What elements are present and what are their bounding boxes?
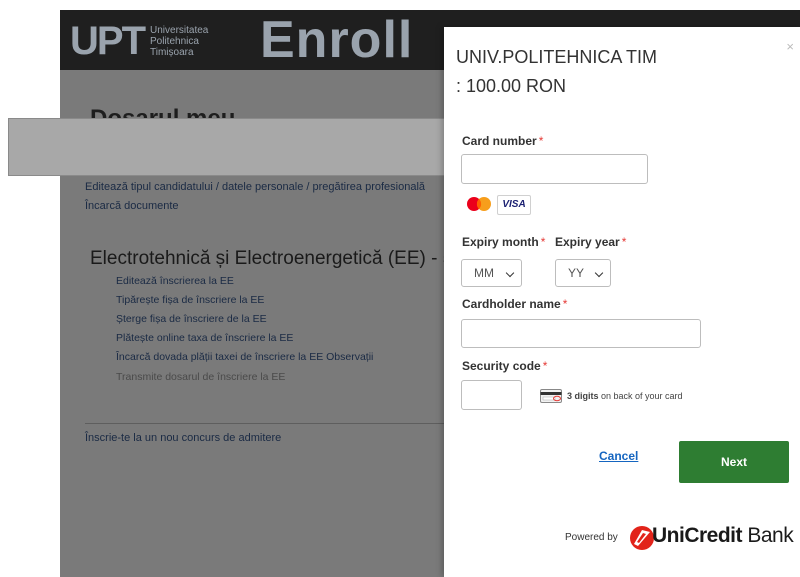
cancel-button[interactable]: Cancel bbox=[599, 449, 638, 463]
chevron-down-icon bbox=[594, 268, 604, 278]
cardholder-input[interactable] bbox=[461, 319, 701, 348]
modal-title: UNIV.POLITEHNICA TIM : 100.00 RON bbox=[456, 47, 658, 96]
powered-by-label: Powered by bbox=[565, 532, 618, 543]
visa-icon: VISA bbox=[497, 195, 531, 215]
upt-logo-text: Universitatea Politehnica Timișoara bbox=[150, 24, 209, 58]
expiry-year-select[interactable]: YY bbox=[555, 259, 611, 287]
print-form-link[interactable]: Tipărește fișa de înscriere la EE bbox=[116, 294, 264, 306]
card-number-label: Card number * bbox=[462, 134, 544, 148]
cvc-hint: 3 digits on back of your card bbox=[567, 391, 683, 401]
edit-enrollment-link[interactable]: Editează înscrierea la EE bbox=[116, 275, 234, 287]
divider bbox=[85, 423, 505, 424]
app-name: Enroll bbox=[260, 11, 414, 69]
card-back-icon bbox=[540, 389, 562, 403]
bank-name: UniCredit Bank bbox=[652, 524, 794, 547]
cardholder-label: Cardholder name * bbox=[462, 297, 568, 311]
upt-logo: UPT Universitatea Politehnica Timișoara bbox=[70, 18, 208, 64]
close-icon[interactable]: × bbox=[786, 39, 794, 54]
upload-documents-link[interactable]: Încarcă documente bbox=[85, 200, 179, 212]
edit-candidate-link[interactable]: Editează tipul candidatului / datele per… bbox=[85, 181, 425, 193]
expiry-month-label: Expiry month * bbox=[462, 235, 546, 249]
security-code-label: Security code * bbox=[462, 359, 548, 373]
delete-form-link[interactable]: Șterge fișa de înscriere de la EE bbox=[116, 313, 267, 325]
payment-modal: UNIV.POLITEHNICA TIM : 100.00 RON × Card… bbox=[444, 27, 800, 577]
expiry-year-label: Expiry year * bbox=[555, 235, 627, 249]
card-number-input[interactable] bbox=[461, 154, 648, 184]
upt-logo-mark: UPT bbox=[70, 19, 146, 63]
redacted-bar bbox=[8, 118, 450, 176]
next-button[interactable]: Next bbox=[679, 441, 789, 483]
chevron-down-icon bbox=[505, 268, 515, 278]
security-code-input[interactable] bbox=[461, 380, 522, 410]
pay-fee-link[interactable]: Plătește online taxa de înscriere la EE bbox=[116, 332, 293, 344]
upload-payment-proof-link[interactable]: Încarcă dovada plății taxei de înscriere… bbox=[116, 351, 373, 363]
program-title: Electrotehnică și Electroenergetică (EE)… bbox=[90, 248, 464, 269]
mastercard-icon bbox=[467, 197, 491, 211]
submit-file-link: Transmite dosarul de înscriere la EE bbox=[116, 371, 286, 383]
expiry-month-select[interactable]: MM bbox=[461, 259, 522, 287]
new-contest-link[interactable]: Înscrie-te la un nou concurs de admitere bbox=[85, 432, 281, 444]
